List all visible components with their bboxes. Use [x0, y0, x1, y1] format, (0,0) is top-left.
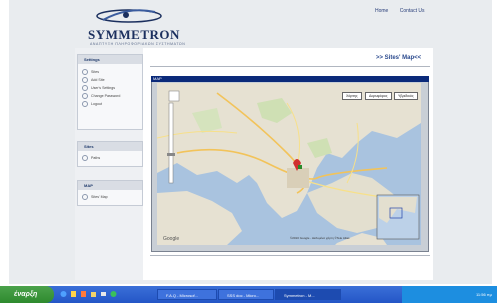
window-left-edge	[0, 0, 9, 284]
bullet-icon	[82, 93, 88, 100]
sidebar-item-logout[interactable]: Logout	[78, 100, 142, 108]
sidebar-item-label: Sites' Map	[91, 195, 108, 199]
map-copyright: ©2010 Google - Δεδομένα χάρτη ©Tele Atla…	[290, 236, 350, 240]
sidebar-item-paths[interactable]: Paths	[78, 154, 142, 162]
app-quicklaunch-icon[interactable]	[110, 290, 117, 298]
system-clock: 11:56 πμ	[476, 292, 492, 297]
brand-name[interactable]: SYMMETRON	[88, 27, 180, 43]
map-panel: MAP Sites' Map	[77, 180, 143, 206]
sidebar-item-sites-map[interactable]: Sites' Map	[78, 193, 142, 201]
settings-panel: Settings Sites Add Site User's Settings …	[77, 54, 143, 130]
sites-panel: Sites Paths	[77, 141, 143, 167]
contact-link[interactable]: Contact Us	[400, 8, 425, 14]
bullet-icon	[82, 69, 88, 76]
hybrid-type-button[interactable]: Υβριδικός	[394, 92, 418, 100]
taskbar-item-symmetron[interactable]: Symmetron - M...	[275, 289, 341, 300]
desktop-quicklaunch-icon[interactable]	[70, 290, 77, 298]
logo-swoosh-icon	[96, 9, 162, 23]
sidebar-item-label: User's Settings	[91, 86, 116, 90]
divider	[150, 255, 430, 256]
window-right-edge	[492, 0, 497, 284]
svg-text:Google: Google	[163, 236, 179, 242]
sidebar-item-user-settings[interactable]: User's Settings	[78, 84, 142, 92]
bullet-icon	[82, 155, 88, 162]
sidebar-item-label: Add Site	[91, 78, 105, 82]
sidebar-item-label: Change Password	[91, 94, 121, 98]
brand-subtitle: ΑΝΑΠΤΥΞΗ ΠΛΗΡΟΦΟΡΙΑΚΩΝ ΣΥΣΤΗΜΑΤΩΝ	[90, 42, 186, 46]
sidebar-item-change-password[interactable]: Change Password	[78, 92, 142, 100]
home-link[interactable]: Home	[375, 8, 388, 14]
sidebar-item-label: Paths	[91, 156, 101, 160]
divider	[150, 66, 430, 67]
media-quicklaunch-icon[interactable]	[80, 290, 87, 298]
sidebar-item-add-site[interactable]: Add Site	[78, 76, 142, 84]
page-title: >> Sites' Map<<	[376, 55, 422, 61]
bullet-icon	[82, 85, 88, 92]
map-type-button[interactable]: Χάρτης	[342, 92, 362, 100]
map-canvas[interactable]: Google	[157, 83, 421, 245]
bullet-icon	[82, 194, 88, 201]
sidebar-item-sites[interactable]: Sites	[78, 68, 142, 76]
taskbar-item-sss-doc[interactable]: SSS doc - Micro...	[218, 289, 274, 300]
sidebar-item-label: Sites	[91, 70, 99, 74]
map-title-bar	[151, 76, 429, 82]
bullet-icon	[82, 77, 88, 84]
settings-panel-title: Settings	[78, 55, 142, 64]
folder-quicklaunch-icon[interactable]	[90, 290, 97, 298]
start-button[interactable]: έναρξη	[0, 286, 54, 303]
map-panel-title: MAP	[78, 181, 142, 190]
satellite-type-button[interactable]: Δορυφόρος	[365, 92, 392, 100]
map-graphic: Google	[157, 83, 421, 245]
taskbar-item-faq[interactable]: F.A.Q - Microsof...	[157, 289, 217, 300]
mail-quicklaunch-icon[interactable]	[100, 290, 107, 298]
sites-panel-title: Sites	[78, 142, 142, 151]
browser-quicklaunch-icon[interactable]	[60, 290, 67, 298]
sidebar-item-label: Logout	[91, 102, 102, 106]
top-links: Home Contact Us	[375, 8, 434, 14]
map-title: MAP	[153, 76, 162, 81]
bullet-icon	[82, 101, 88, 108]
